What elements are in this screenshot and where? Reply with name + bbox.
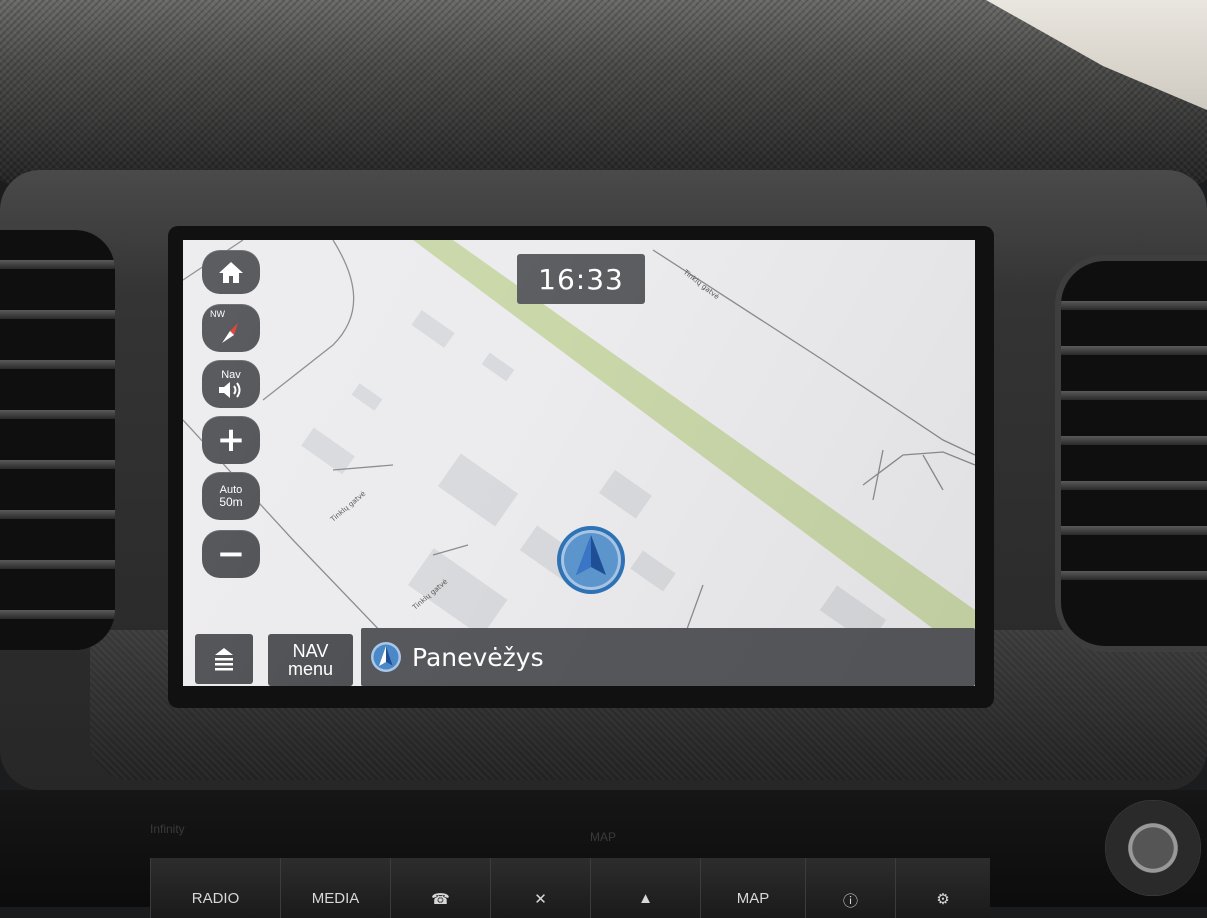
radio-button[interactable]: RADIO: [150, 858, 280, 918]
navigation-arrow-icon: [557, 526, 625, 594]
phone-icon: ☎: [431, 891, 450, 908]
infotainment-screen[interactable]: Tinklų gatvė Tinklų gatvė Tinklų gatvė 1…: [183, 240, 975, 686]
current-location-bar[interactable]: Panevėžys: [361, 628, 975, 686]
menu-icon: [215, 648, 233, 671]
zoom-in-button[interactable]: +: [202, 416, 260, 464]
home-button[interactable]: [202, 250, 260, 294]
nav-volume-label: Nav: [221, 369, 241, 381]
gear-icon: ⚙: [936, 891, 950, 908]
close-icon: ✕: [534, 891, 547, 908]
nav-menu-line1: NAV: [292, 641, 329, 661]
info-button[interactable]: ⓘ: [805, 858, 895, 918]
console-map-label: MAP: [590, 830, 617, 844]
minus-icon: −: [216, 534, 246, 574]
console-brand-label: Infinity: [150, 822, 185, 836]
bottom-bar: NAV menu Panevėžys: [183, 628, 975, 686]
tune-knob[interactable]: [1105, 800, 1201, 896]
nav-volume-button[interactable]: Nav: [202, 360, 260, 408]
car-dashboard-scene: Infinity MAP RADIO MEDIA ☎ ✕ ▲ MAP ⓘ ⚙ T…: [0, 0, 1207, 918]
home-icon: [219, 262, 243, 283]
up-arrow-icon: ▲: [638, 890, 653, 907]
clock: 16:33: [517, 254, 645, 304]
compass-needle-icon: [222, 323, 238, 343]
navigation-arrow-icon: [371, 642, 401, 672]
current-location-name: Panevėžys: [412, 642, 544, 672]
media-button[interactable]: MEDIA: [280, 858, 390, 918]
map-button[interactable]: MAP: [700, 858, 805, 918]
right-air-vent: [1055, 255, 1207, 652]
plus-icon: +: [216, 420, 246, 460]
menu-button[interactable]: [195, 634, 253, 684]
up-button[interactable]: ▲: [590, 858, 700, 918]
setup-button[interactable]: ⚙: [895, 858, 990, 918]
navigation-map[interactable]: Tinklų gatvė Tinklų gatvė Tinklų gatvė: [183, 240, 975, 686]
end-call-button[interactable]: ✕: [490, 858, 590, 918]
nav-menu-line2: menu: [287, 659, 334, 679]
info-icon: ⓘ: [842, 893, 858, 910]
compass-heading-label: NW: [210, 309, 225, 319]
zoom-out-button[interactable]: −: [202, 530, 260, 578]
zoom-scale-label: 50m: [219, 495, 243, 509]
compass-button[interactable]: NW: [202, 304, 260, 352]
speaker-icon: [219, 382, 241, 398]
nav-menu-button[interactable]: NAV menu: [268, 634, 353, 686]
zoom-scale-button[interactable]: Auto 50m: [202, 472, 260, 520]
left-air-vent: [0, 230, 115, 650]
phone-button[interactable]: ☎: [390, 858, 490, 918]
